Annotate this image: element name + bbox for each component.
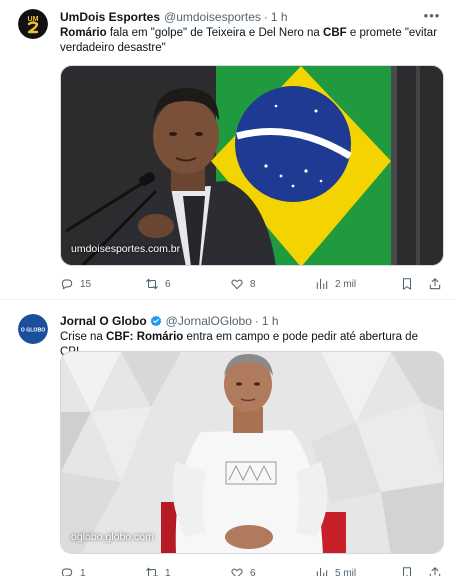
oglobo-logo-icon: O GLOBO <box>18 314 48 344</box>
author-name[interactable]: UmDois Esportes <box>60 10 160 24</box>
text-part: Crise na <box>60 331 107 343</box>
repost-icon <box>146 278 158 290</box>
repost-count: 1 <box>165 567 171 576</box>
heart-icon <box>231 279 243 290</box>
reply-icon <box>61 279 73 290</box>
author-handle[interactable]: @JornalOGlobo <box>166 314 252 328</box>
like-button[interactable]: 8 <box>230 275 315 293</box>
share-icon <box>429 567 441 576</box>
text-bold: CBF <box>323 27 347 39</box>
share-button[interactable] <box>428 275 442 293</box>
view-count: 2 mil <box>335 278 357 290</box>
photo-illustration <box>61 352 443 553</box>
verified-badge-icon[interactable] <box>150 315 162 327</box>
bookmark-icon <box>402 278 412 290</box>
bookmark-button[interactable] <box>400 564 414 576</box>
timestamp[interactable]: 1 h <box>262 314 279 328</box>
repost-icon <box>146 567 158 576</box>
like-count: 8 <box>250 278 256 290</box>
tweet-text: Romário fala em "golpe" de Teixeira e De… <box>60 26 438 56</box>
reply-count: 1 <box>80 567 86 576</box>
share-button[interactable] <box>428 564 442 576</box>
action-bar: 1 1 6 5 mil <box>60 564 442 576</box>
timestamp[interactable]: 1 h <box>271 10 288 24</box>
tweet-image[interactable]: oglobo.globo.com <box>60 351 444 554</box>
more-options-icon[interactable]: ••• <box>422 6 442 24</box>
action-bar: 15 6 8 2 mil <box>60 275 442 293</box>
author-handle[interactable]: @umdoisesportes <box>164 10 261 24</box>
text-bold: CBF: Romário <box>106 331 184 343</box>
avatar[interactable]: O GLOBO <box>18 314 48 344</box>
reply-icon <box>61 568 73 576</box>
repost-count: 6 <box>165 278 171 290</box>
views-button[interactable]: 5 mil <box>315 564 400 576</box>
reply-button[interactable]: 1 <box>60 564 145 576</box>
tweet-image[interactable]: umdoisesportes.com.br <box>60 65 444 266</box>
reply-button[interactable]: 15 <box>60 275 145 293</box>
repost-button[interactable]: 6 <box>145 275 230 293</box>
reply-count: 15 <box>80 278 92 290</box>
umdois-logo-icon: UM <box>18 9 48 39</box>
view-count: 5 mil <box>335 567 357 576</box>
image-watermark: oglobo.globo.com <box>71 531 154 543</box>
share-icon <box>429 278 441 290</box>
tweet-header: Jornal O Globo @JornalOGlobo · 1 h <box>60 314 442 328</box>
author-name[interactable]: Jornal O Globo <box>60 314 147 328</box>
views-button[interactable]: 2 mil <box>315 275 400 293</box>
bookmark-icon <box>402 567 412 576</box>
repost-button[interactable]: 1 <box>145 564 230 576</box>
avatar[interactable]: UM <box>18 9 48 39</box>
like-count: 6 <box>250 567 256 576</box>
tweet[interactable]: O GLOBO Jornal O Globo @JornalOGlobo · 1… <box>0 301 456 576</box>
heart-icon <box>231 568 243 576</box>
photo-illustration <box>61 66 443 265</box>
views-icon <box>316 567 328 576</box>
separator-dot: · <box>263 10 268 24</box>
image-watermark: umdoisesportes.com.br <box>71 243 181 255</box>
tweet[interactable]: UM UmDois Esportes @umdoisesportes · 1 h… <box>0 0 456 300</box>
svg-text:O GLOBO: O GLOBO <box>21 328 46 334</box>
views-icon <box>316 278 328 290</box>
tweet-header: UmDois Esportes @umdoisesportes · 1 h ••… <box>60 8 442 25</box>
text-bold: Romário <box>60 27 107 39</box>
separator-dot: · <box>254 314 259 328</box>
text-part: fala em "golpe" de Teixeira e Del Nero n… <box>106 27 324 39</box>
like-button[interactable]: 6 <box>230 564 315 576</box>
bookmark-button[interactable] <box>400 275 414 293</box>
